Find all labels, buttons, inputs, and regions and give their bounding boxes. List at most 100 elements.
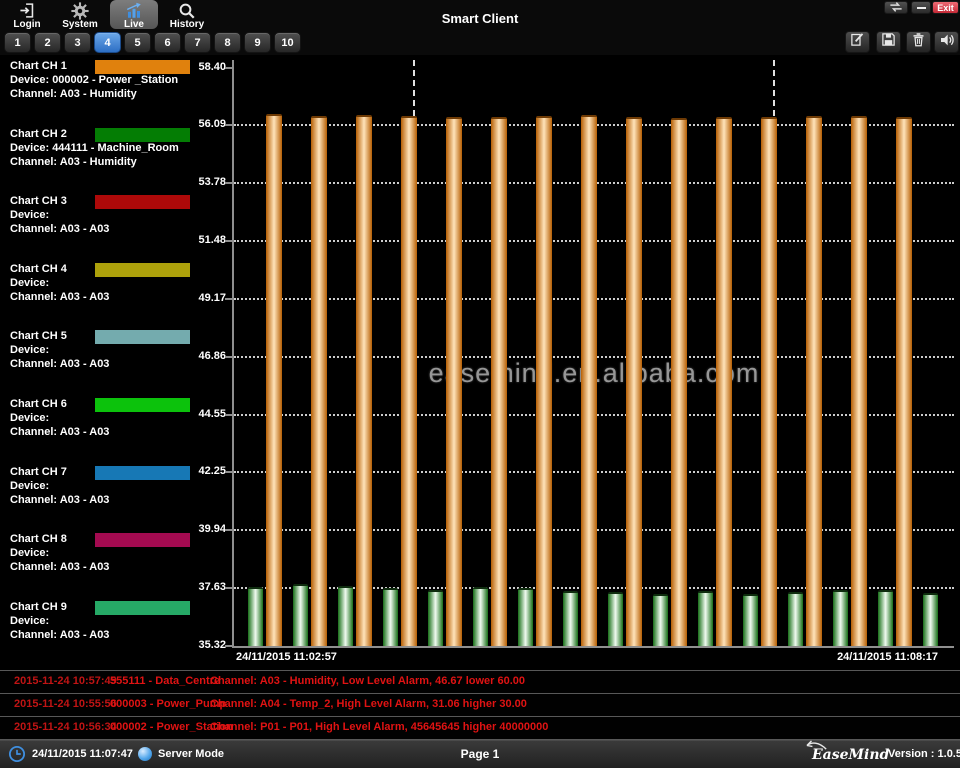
sound-button[interactable] bbox=[934, 31, 959, 53]
bar-machine-room-humidity bbox=[428, 590, 443, 646]
y-axis-tick-mark bbox=[225, 414, 232, 416]
y-axis-tick-label: 39.94 bbox=[150, 523, 226, 535]
bar-power-station-humidity bbox=[761, 117, 777, 646]
page-tab-1[interactable]: 1 bbox=[4, 32, 31, 53]
alarm-message: Channel: P01 - P01, High Level Alarm, 45… bbox=[210, 721, 548, 733]
y-axis-tick-label: 37.63 bbox=[150, 581, 226, 593]
x-axis-start-label: 24/11/2015 11:02:57 bbox=[236, 651, 337, 663]
trash-icon bbox=[911, 32, 926, 52]
page-tab-2[interactable]: 2 bbox=[34, 32, 61, 53]
y-axis-tick-label: 49.17 bbox=[150, 292, 226, 304]
page-tab-6[interactable]: 6 bbox=[154, 32, 181, 53]
bar-machine-room-humidity bbox=[923, 593, 938, 646]
bar-machine-room-humidity bbox=[518, 588, 533, 646]
edit-button[interactable] bbox=[845, 31, 870, 53]
alarm-time: 2015-11-24 10:55:56 bbox=[14, 698, 117, 710]
y-axis-tick-mark bbox=[225, 471, 232, 473]
alarm-time: 2015-11-24 10:56:34 bbox=[14, 721, 117, 733]
brand-logo: EaseMind bbox=[812, 747, 889, 763]
plot-area: easemind.en.alibaba.com bbox=[232, 60, 954, 648]
bar-machine-room-humidity bbox=[788, 592, 803, 646]
page-tab-9[interactable]: 9 bbox=[244, 32, 271, 53]
y-axis-tick-mark bbox=[225, 645, 232, 647]
refresh-icon bbox=[888, 0, 904, 17]
x-axis-end-label: 24/11/2015 11:08:17 bbox=[837, 651, 938, 663]
page-tab-7[interactable]: 7 bbox=[184, 32, 211, 53]
bar-machine-room-humidity bbox=[293, 584, 308, 646]
bar-machine-room-humidity bbox=[833, 590, 848, 646]
brand-swoosh-icon bbox=[806, 740, 828, 751]
minimize-button[interactable] bbox=[911, 1, 931, 14]
alarm-row[interactable]: 2015-11-24 10:56:34000002 - Power_Statio… bbox=[0, 716, 960, 739]
page-tab-3[interactable]: 3 bbox=[64, 32, 91, 53]
y-axis-tick-mark bbox=[225, 298, 232, 300]
edit-icon bbox=[850, 32, 865, 52]
page-tab-5[interactable]: 5 bbox=[124, 32, 151, 53]
y-axis-tick-label: 58.40 bbox=[150, 61, 226, 73]
bar-machine-room-humidity bbox=[698, 591, 713, 646]
bar-power-station-humidity bbox=[806, 116, 822, 646]
bar-power-station-humidity bbox=[266, 114, 282, 646]
y-axis-tick-label: 44.55 bbox=[150, 408, 226, 420]
y-axis-tick-mark bbox=[225, 124, 232, 126]
bar-power-station-humidity bbox=[851, 116, 867, 646]
bar-power-station-humidity bbox=[356, 115, 372, 646]
page-title: Smart Client bbox=[0, 11, 960, 26]
minimize-icon bbox=[917, 7, 926, 9]
y-axis-tick-label: 42.25 bbox=[150, 465, 226, 477]
bar-machine-room-humidity bbox=[563, 591, 578, 646]
y-axis-tick-label: 53.78 bbox=[150, 176, 226, 188]
bar-power-station-humidity bbox=[671, 118, 687, 646]
status-bar: 24/11/2015 11:07:47 Server Mode Page 1 E… bbox=[0, 740, 960, 768]
page-tab-10[interactable]: 10 bbox=[274, 32, 301, 53]
y-axis-tick-label: 51.48 bbox=[150, 234, 226, 246]
alarm-message: Channel: A03 - Humidity, Low Level Alarm… bbox=[210, 675, 525, 687]
alarm-row[interactable]: 2015-11-24 10:57:49555111 - Data_CentreC… bbox=[0, 670, 960, 693]
speaker-icon bbox=[939, 32, 955, 53]
alarm-list: 2015-11-24 10:57:49555111 - Data_CentreC… bbox=[0, 670, 960, 740]
page-tab-4[interactable]: 4 bbox=[94, 32, 121, 53]
exit-button[interactable]: Exit bbox=[932, 1, 959, 14]
y-axis-tick-mark bbox=[225, 67, 232, 69]
y-axis-tick-label: 56.09 bbox=[150, 118, 226, 130]
page-tabs: 12345678910 bbox=[4, 32, 301, 53]
alarm-device: 000003 - Power_Pump bbox=[110, 698, 226, 710]
y-axis-tick-label: 46.86 bbox=[150, 350, 226, 362]
bar-power-station-humidity bbox=[311, 116, 327, 646]
title-bar: LoginSystemLiveHistory Smart Client Exit… bbox=[0, 0, 960, 55]
page-tab-8[interactable]: 8 bbox=[214, 32, 241, 53]
save-button[interactable] bbox=[876, 31, 901, 53]
alarm-row[interactable]: 2015-11-24 10:55:56000003 - Power_PumpCh… bbox=[0, 693, 960, 716]
y-axis-tick-mark bbox=[225, 587, 232, 589]
bar-power-station-humidity bbox=[401, 116, 417, 646]
alarm-message: Channel: A04 - Temp_2, High Level Alarm,… bbox=[210, 698, 527, 710]
bar-machine-room-humidity bbox=[653, 594, 668, 646]
y-axis-tick-mark bbox=[225, 240, 232, 242]
bar-power-station-humidity bbox=[446, 117, 462, 646]
bar-machine-room-humidity bbox=[338, 586, 353, 646]
version-label: Version : 1.0.5 bbox=[888, 748, 960, 760]
bar-power-station-humidity bbox=[626, 117, 642, 646]
bar-power-station-humidity bbox=[491, 117, 507, 646]
bar-power-station-humidity bbox=[716, 117, 732, 646]
bar-power-station-humidity bbox=[581, 115, 597, 646]
smart-client-window: LoginSystemLiveHistory Smart Client Exit… bbox=[0, 0, 960, 768]
y-axis-tick-mark bbox=[225, 529, 232, 531]
save-icon bbox=[881, 32, 896, 52]
y-axis-tick-mark bbox=[225, 182, 232, 184]
bar-machine-room-humidity bbox=[248, 587, 263, 646]
bar-machine-room-humidity bbox=[743, 594, 758, 646]
bar-power-station-humidity bbox=[896, 117, 912, 646]
alarm-time: 2015-11-24 10:57:49 bbox=[14, 675, 117, 687]
y-axis-tick-mark bbox=[225, 356, 232, 358]
bar-machine-room-humidity bbox=[473, 587, 488, 646]
refresh-button[interactable] bbox=[884, 1, 908, 14]
delete-button[interactable] bbox=[906, 31, 931, 53]
live-chart: 58.40 56.09 53.78 51.48 49.17 46.86 44.55 42.25… bbox=[0, 55, 960, 672]
bar-machine-room-humidity bbox=[608, 592, 623, 646]
y-axis-tick-label: 35.32 bbox=[150, 639, 226, 651]
alarm-device: 555111 - Data_Centre bbox=[110, 675, 220, 687]
bar-power-station-humidity bbox=[536, 116, 552, 646]
bar-machine-room-humidity bbox=[383, 588, 398, 646]
bar-machine-room-humidity bbox=[878, 590, 893, 646]
